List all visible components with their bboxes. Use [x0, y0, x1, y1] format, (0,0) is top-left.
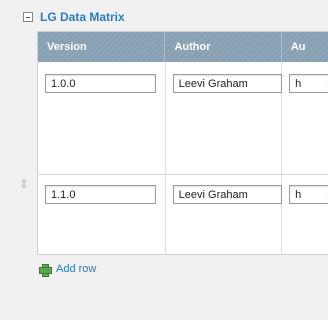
cell-version: 1.0.0	[38, 62, 166, 174]
field-title[interactable]: LG Data Matrix	[40, 10, 125, 24]
column-header-version: Version	[38, 32, 166, 62]
matrix-header: Version Author Au	[38, 32, 328, 62]
data-matrix: Version Author Au 1.0.0 Leevi Graham h 1…	[37, 31, 328, 255]
third-input[interactable]: h	[289, 74, 328, 93]
cell-version: 1.1.0	[38, 175, 166, 254]
plus-icon	[39, 263, 52, 277]
matrix-row: 1.0.0 Leevi Graham h	[38, 62, 328, 175]
column-header-third: Au	[290, 41, 306, 53]
matrix-row: 1.1.0 Leevi Graham h	[38, 175, 328, 254]
drag-handle-icon[interactable]: ⇕	[19, 177, 29, 191]
third-input[interactable]: h	[289, 185, 328, 204]
version-input[interactable]: 1.1.0	[45, 185, 156, 204]
collapse-icon[interactable]	[23, 12, 33, 22]
add-row-button[interactable]: Add row	[39, 263, 97, 277]
version-input[interactable]: 1.0.0	[45, 74, 156, 93]
field-header: LG Data Matrix	[23, 8, 125, 26]
cell-third: h	[282, 175, 328, 254]
add-row-label: Add row	[56, 263, 97, 275]
cell-author: Leevi Graham	[166, 62, 283, 174]
author-input[interactable]: Leevi Graham	[172, 185, 282, 204]
column-header-author: Author	[165, 32, 282, 62]
cell-author: Leevi Graham	[166, 175, 283, 254]
author-input[interactable]: Leevi Graham	[172, 74, 282, 93]
cell-third: h	[282, 62, 328, 174]
